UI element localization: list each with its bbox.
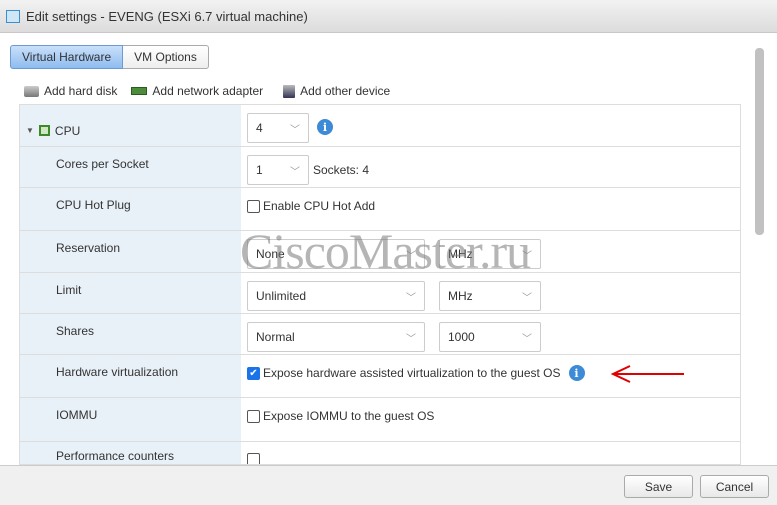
iommu-label: IOMMU (20, 398, 241, 441)
checkbox-checked[interactable]: ✔ (247, 366, 260, 380)
cpu-count-value: 4 (256, 121, 263, 135)
checkbox-unchecked[interactable] (247, 453, 260, 464)
reservation-select[interactable]: None ﹀ (247, 239, 425, 269)
chevron-down-icon: ﹀ (406, 333, 416, 345)
cores-per-socket-label: Cores per Socket (20, 147, 241, 187)
dialog-title-bar: Edit settings - EVENG (ESXi 6.7 virtual … (0, 0, 777, 33)
add-network-adapter-button[interactable]: Add network adapter (131, 84, 263, 98)
reservation-value: None (256, 247, 285, 261)
row-cpu-hot-plug: CPU Hot Plug Enable CPU Hot Add (20, 188, 740, 231)
limit-unit: MHz (448, 289, 473, 303)
shares-select[interactable]: Normal ﹀ (247, 322, 425, 352)
performance-counters-label: Performance counters (20, 442, 241, 464)
chevron-down-icon: ﹀ (522, 333, 532, 345)
shares-value: Normal (256, 330, 295, 344)
hardware-virtualization-label: Hardware virtualization (20, 355, 241, 397)
row-performance-counters: Performance counters (20, 442, 740, 464)
add-hard-disk-label: Add hard disk (44, 84, 118, 98)
cores-value: 1 (256, 163, 263, 177)
expose-hw-virt-checkbox[interactable]: ✔ Expose hardware assisted virtualization… (247, 366, 561, 380)
row-shares: Shares Normal ﹀ 1000 ﹀ (20, 314, 740, 355)
reservation-unit: MHz (448, 247, 473, 261)
expose-iommu-label: Expose IOMMU to the guest OS (263, 409, 435, 423)
cpu-chip-icon (38, 125, 50, 136)
reservation-unit-select[interactable]: MHz ﹀ (439, 239, 541, 269)
tab-vm-options[interactable]: VM Options (123, 45, 209, 69)
cancel-button[interactable]: Cancel (700, 475, 769, 498)
chevron-down-icon: ﹀ (522, 292, 532, 304)
save-button[interactable]: Save (624, 475, 693, 498)
cpu-label: CPU (54, 123, 81, 138)
red-arrow-annotation (610, 365, 684, 383)
limit-value: Unlimited (256, 289, 307, 303)
tab-bar: Virtual Hardware VM Options (10, 45, 209, 69)
caret-down-icon: ▼ (26, 126, 34, 135)
cpu-expander[interactable]: ▼ CPU (20, 105, 241, 146)
sockets-count: Sockets: 4 (313, 163, 370, 177)
device-icon (283, 84, 296, 98)
cores-per-socket-select[interactable]: 1 ﹀ (247, 155, 309, 185)
add-other-device-button[interactable]: Add other device (283, 84, 390, 98)
chevron-down-icon: ﹀ (406, 292, 416, 304)
shares-amount: 1000 (448, 330, 475, 344)
expose-iommu-checkbox[interactable]: Expose IOMMU to the guest OS (247, 409, 434, 423)
checkbox-unchecked[interactable] (247, 199, 260, 213)
row-limit: Limit Unlimited ﹀ MHz ﹀ (20, 273, 740, 314)
chevron-down-icon: ﹀ (522, 250, 532, 262)
row-cores-per-socket: Cores per Socket 1 ﹀ Sockets: 4 (20, 147, 740, 188)
limit-label: Limit (20, 273, 241, 313)
checkbox-unchecked[interactable] (247, 409, 260, 423)
chevron-down-icon: ﹀ (290, 166, 300, 178)
cpu-hot-plug-label: CPU Hot Plug (20, 188, 241, 230)
toolbar: Add hard disk Add network adapter Add ot… (24, 84, 390, 98)
expose-hw-virt-label: Expose hardware assisted virtualization … (263, 366, 561, 380)
limit-unit-select[interactable]: MHz ﹀ (439, 281, 541, 311)
row-iommu: IOMMU Expose IOMMU to the guest OS (20, 398, 740, 442)
scrollbar-thumb[interactable] (755, 48, 764, 235)
add-network-adapter-label: Add network adapter (152, 84, 264, 98)
dialog-footer: Save Cancel (0, 465, 777, 505)
cpu-hot-add-label: Enable CPU Hot Add (263, 199, 376, 213)
tab-virtual-hardware[interactable]: Virtual Hardware (10, 45, 124, 69)
shares-amount-select[interactable]: 1000 ﹀ (439, 322, 541, 352)
hard-disk-icon (24, 85, 39, 97)
chevron-down-icon: ﹀ (290, 124, 300, 136)
vm-settings-icon (6, 9, 20, 23)
row-reservation: Reservation None ﹀ MHz ﹀ (20, 231, 740, 273)
reservation-label: Reservation (20, 231, 241, 272)
row-cpu: ▼ CPU 4 ﹀ i (20, 105, 740, 147)
cpu-count-select[interactable]: 4 ﹀ (247, 113, 309, 143)
info-icon[interactable]: i (568, 365, 585, 381)
dialog-title: Edit settings - EVENG (ESXi 6.7 virtual … (26, 8, 308, 24)
add-hard-disk-button[interactable]: Add hard disk (24, 84, 117, 98)
enable-cpu-hot-add-checkbox[interactable]: Enable CPU Hot Add (247, 199, 375, 213)
add-other-device-label: Add other device (300, 84, 391, 98)
shares-label: Shares (20, 314, 241, 354)
chevron-down-icon: ﹀ (406, 250, 416, 262)
limit-select[interactable]: Unlimited ﹀ (247, 281, 425, 311)
network-adapter-icon (131, 87, 148, 95)
hardware-table: ▼ CPU 4 ﹀ i Cores per Socket 1 ﹀ Sockets: 4 C… (19, 104, 741, 465)
info-icon[interactable]: i (317, 119, 333, 135)
